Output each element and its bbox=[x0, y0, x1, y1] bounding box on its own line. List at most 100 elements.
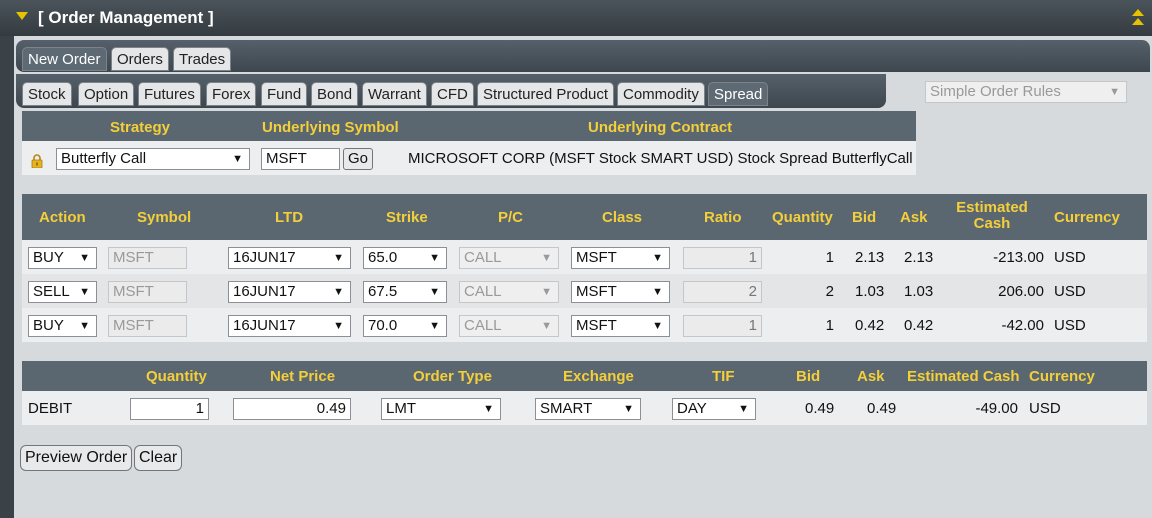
action-select[interactable]: SELL ▼ bbox=[28, 281, 97, 303]
chevron-down-icon: ▼ bbox=[541, 252, 552, 264]
col-currency: Currency bbox=[1054, 209, 1120, 226]
col-tif: TIF bbox=[712, 368, 735, 385]
tif-select[interactable]: DAY ▼ bbox=[672, 398, 756, 420]
exchange-select[interactable]: SMART ▼ bbox=[535, 398, 641, 420]
go-button[interactable]: Go bbox=[343, 148, 374, 170]
tab-trades[interactable]: Trades bbox=[173, 47, 232, 71]
strike-value: 67.5 bbox=[368, 283, 398, 300]
chevron-down-icon: ▼ bbox=[333, 320, 344, 332]
action-select[interactable]: BUY ▼ bbox=[28, 247, 97, 269]
order-type-select[interactable]: LMT ▼ bbox=[381, 398, 501, 420]
col-estimated-cash: Estimated Cash bbox=[956, 199, 1028, 232]
ratio-field: 2 bbox=[683, 281, 762, 303]
leg-currency: USD bbox=[1054, 317, 1086, 334]
left-strip bbox=[0, 36, 14, 518]
class-value: MSFT bbox=[576, 317, 617, 334]
tab-stock[interactable]: Stock bbox=[22, 82, 72, 106]
leg-symbol-field: MSFT bbox=[108, 315, 187, 337]
leg-currency: USD bbox=[1054, 283, 1086, 300]
window-title: [ Order Management ] bbox=[38, 8, 214, 27]
chevron-down-icon: ▼ bbox=[232, 153, 243, 165]
leg-symbol-field: MSFT bbox=[108, 281, 187, 303]
leg-currency: USD bbox=[1054, 249, 1086, 266]
pc-value: CALL bbox=[464, 249, 502, 266]
tab-new-order[interactable]: New Order bbox=[22, 47, 107, 71]
tab-bond[interactable]: Bond bbox=[311, 82, 359, 106]
leg-estimated-cash: -42.00 bbox=[1001, 317, 1044, 334]
leg-quantity: 2 bbox=[825, 283, 834, 300]
tab-structured-product[interactable]: Structured Product bbox=[477, 82, 615, 106]
chevron-down-icon: ▼ bbox=[483, 403, 494, 415]
chevron-down-icon: ▼ bbox=[333, 286, 344, 298]
col-exchange: Exchange bbox=[563, 368, 634, 385]
col-order-type: Order Type bbox=[413, 368, 492, 385]
collapse-arrow-icon[interactable] bbox=[16, 12, 28, 20]
chevron-down-icon: ▼ bbox=[429, 286, 440, 298]
tab-orders[interactable]: Orders bbox=[111, 47, 169, 71]
action-value: SELL bbox=[33, 283, 70, 300]
class-select[interactable]: MSFT ▼ bbox=[571, 281, 670, 303]
leg-bid: 2.13 bbox=[855, 249, 885, 266]
leg-bid: 0.42 bbox=[855, 317, 885, 334]
order-type-value: LMT bbox=[386, 400, 416, 417]
tab-forex[interactable]: Forex bbox=[206, 82, 257, 106]
action-select[interactable]: BUY ▼ bbox=[28, 315, 97, 337]
tab-cfd[interactable]: CFD bbox=[431, 82, 474, 106]
ratio-field: 1 bbox=[683, 247, 762, 269]
col-order-quantity: Quantity bbox=[146, 368, 207, 385]
leg-estimated-cash: 206.00 bbox=[998, 283, 1044, 300]
leg-estimated-cash: -213.00 bbox=[993, 249, 1044, 266]
ltd-select[interactable]: 16JUN17 ▼ bbox=[228, 281, 351, 303]
class-select[interactable]: MSFT ▼ bbox=[571, 315, 670, 337]
window-titlebar: [ Order Management ] bbox=[0, 0, 1152, 37]
col-bid: Bid bbox=[852, 209, 877, 226]
ltd-select[interactable]: 16JUN17 ▼ bbox=[228, 247, 351, 269]
strike-select[interactable]: 67.5 ▼ bbox=[363, 281, 447, 303]
strike-value: 70.0 bbox=[368, 317, 398, 334]
underlying-symbol-input[interactable]: MSFT bbox=[261, 148, 340, 170]
pc-select: CALL ▼ bbox=[459, 247, 559, 269]
col-ask: Ask bbox=[900, 209, 928, 226]
strategy-header-label: Strategy bbox=[110, 119, 171, 136]
tab-fund[interactable]: Fund bbox=[261, 82, 308, 106]
pc-value: CALL bbox=[464, 317, 502, 334]
tab-option[interactable]: Option bbox=[78, 82, 135, 106]
chevron-down-icon: ▼ bbox=[429, 252, 440, 264]
preview-order-button[interactable]: Preview Order bbox=[20, 445, 133, 471]
col-symbol: Symbol bbox=[137, 209, 192, 226]
order-currency: USD bbox=[1029, 400, 1061, 417]
chevron-down-icon: ▼ bbox=[1109, 86, 1120, 98]
class-select[interactable]: MSFT ▼ bbox=[571, 247, 670, 269]
col-action: Action bbox=[39, 209, 86, 226]
legs-header: Action Symbol LTD Strike P/C Class Ratio… bbox=[22, 194, 1147, 240]
exchange-value: SMART bbox=[540, 400, 593, 417]
tab-commodity[interactable]: Commodity bbox=[617, 82, 705, 106]
col-ltd: LTD bbox=[275, 209, 304, 226]
main-tab-bar: New Order Orders Trades bbox=[16, 40, 1150, 72]
clear-button[interactable]: Clear bbox=[134, 445, 183, 471]
action-value: BUY bbox=[33, 249, 64, 266]
col-class: Class bbox=[602, 209, 643, 226]
strike-select[interactable]: 65.0 ▼ bbox=[363, 247, 447, 269]
underlying-contract-header: Underlying Contract bbox=[588, 119, 733, 136]
ratio-field: 1 bbox=[683, 315, 762, 337]
tab-futures[interactable]: Futures bbox=[138, 82, 201, 106]
order-rules-select[interactable]: Simple Order Rules ▼ bbox=[925, 81, 1127, 103]
col-order-currency: Currency bbox=[1029, 368, 1095, 385]
col-order-bid: Bid bbox=[796, 368, 821, 385]
strategy-select[interactable]: Butterfly Call ▼ bbox=[56, 148, 250, 170]
strike-select[interactable]: 70.0 ▼ bbox=[363, 315, 447, 337]
chevron-down-icon: ▼ bbox=[738, 403, 749, 415]
leg-ask: 0.42 bbox=[904, 317, 934, 334]
net-price-input[interactable]: 0.49 bbox=[233, 398, 351, 420]
pc-value: CALL bbox=[464, 283, 502, 300]
ltd-select[interactable]: 16JUN17 ▼ bbox=[228, 315, 351, 337]
order-quantity-input[interactable]: 1 bbox=[130, 398, 209, 420]
col-pc: P/C bbox=[498, 209, 524, 226]
leg-ask: 2.13 bbox=[904, 249, 934, 266]
tab-warrant[interactable]: Warrant bbox=[362, 82, 427, 106]
pc-select: CALL ▼ bbox=[459, 315, 559, 337]
order-estimated-cash: -49.00 bbox=[975, 400, 1018, 417]
minimize-icon[interactable] bbox=[1132, 8, 1146, 28]
tab-spread[interactable]: Spread bbox=[708, 82, 769, 106]
